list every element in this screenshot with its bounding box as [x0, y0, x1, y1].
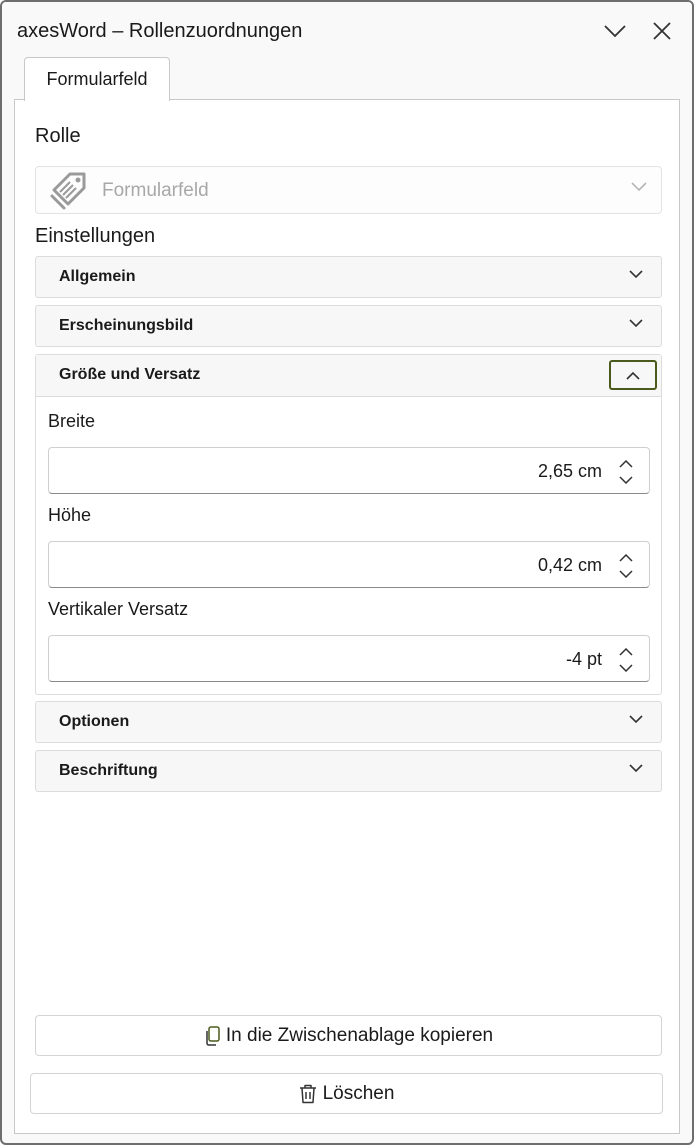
section-title: Erscheinungsbild	[59, 317, 194, 334]
height-decrement-button[interactable]	[617, 567, 635, 581]
section-erscheinungsbild[interactable]: Erscheinungsbild	[35, 305, 662, 347]
section-beschriftung[interactable]: Beschriftung	[35, 750, 662, 792]
settings-label: Einstellungen	[35, 225, 156, 247]
chevron-down-icon	[629, 764, 643, 773]
width-input[interactable]: 2,65 cm	[48, 447, 650, 494]
section-title: Beschriftung	[59, 762, 158, 779]
form-field-tag-icon	[50, 172, 86, 210]
copy-to-clipboard-button[interactable]: In die Zwischenablage kopieren	[35, 1015, 662, 1056]
height-label: Höhe	[48, 505, 92, 525]
vertical-offset-spinner	[617, 643, 635, 677]
role-label: Rolle	[35, 125, 81, 147]
vertical-offset-increment-button[interactable]	[617, 645, 635, 659]
height-value: 0,42 cm	[537, 555, 602, 575]
chevron-down-icon	[629, 319, 643, 328]
minimize-button[interactable]	[600, 16, 630, 46]
tab-formularfeld[interactable]: Formularfeld	[24, 57, 170, 101]
width-label: Breite	[48, 411, 96, 431]
chevron-up-icon	[619, 554, 633, 562]
height-increment-button[interactable]	[617, 551, 635, 565]
close-button[interactable]	[647, 16, 677, 46]
clipboard-icon	[206, 1025, 220, 1046]
chevron-down-icon	[619, 476, 633, 484]
section-title: Größe und Versatz	[59, 366, 201, 383]
vertical-offset-input[interactable]: -4 pt	[48, 635, 650, 682]
width-decrement-button[interactable]	[617, 473, 635, 487]
section-groesse-und-versatz: Größe und Versatz Breite 2,65 cm Höhe 0,…	[35, 354, 662, 695]
chevron-down-icon	[631, 182, 647, 192]
section-allgemein[interactable]: Allgemein	[35, 256, 662, 298]
role-select-value: Formularfeld	[102, 180, 209, 201]
trash-icon	[299, 1084, 316, 1103]
width-increment-button[interactable]	[617, 457, 635, 471]
role-select[interactable]: Formularfeld	[35, 166, 662, 214]
chevron-down-icon	[604, 25, 626, 38]
width-value: 2,65 cm	[537, 461, 602, 481]
title-bar: axesWord – Rollenzuordnungen	[2, 2, 692, 50]
vertical-offset-value: -4 pt	[565, 649, 602, 669]
chevron-up-icon	[626, 371, 640, 380]
vertical-offset-decrement-button[interactable]	[617, 661, 635, 675]
delete-button[interactable]: Löschen	[30, 1073, 663, 1114]
section-optionen[interactable]: Optionen	[35, 701, 662, 743]
chevron-down-icon	[629, 715, 643, 724]
chevron-up-icon	[619, 648, 633, 656]
copy-button-label: In die Zwischenablage kopieren	[225, 1024, 494, 1046]
chevron-down-icon	[619, 570, 633, 578]
tab-panel: Rolle Formularfeld Einstellungen Allgeme…	[14, 99, 680, 1134]
section-header[interactable]: Größe und Versatz	[36, 355, 661, 397]
section-title: Allgemein	[59, 268, 136, 285]
chevron-down-icon	[619, 664, 633, 672]
window-title: axesWord – Rollenzuordnungen	[17, 20, 303, 42]
vertical-offset-label: Vertikaler Versatz	[48, 599, 189, 619]
collapse-section-button[interactable]	[609, 360, 657, 390]
chevron-up-icon	[619, 460, 633, 468]
dialog-window: axesWord – Rollenzuordnungen Formularfel…	[0, 0, 694, 1145]
section-title: Optionen	[59, 713, 130, 730]
chevron-down-icon	[629, 270, 643, 279]
close-icon	[653, 22, 671, 40]
width-spinner	[617, 455, 635, 489]
height-spinner	[617, 549, 635, 583]
delete-button-label: Löschen	[322, 1082, 395, 1104]
height-input[interactable]: 0,42 cm	[48, 541, 650, 588]
